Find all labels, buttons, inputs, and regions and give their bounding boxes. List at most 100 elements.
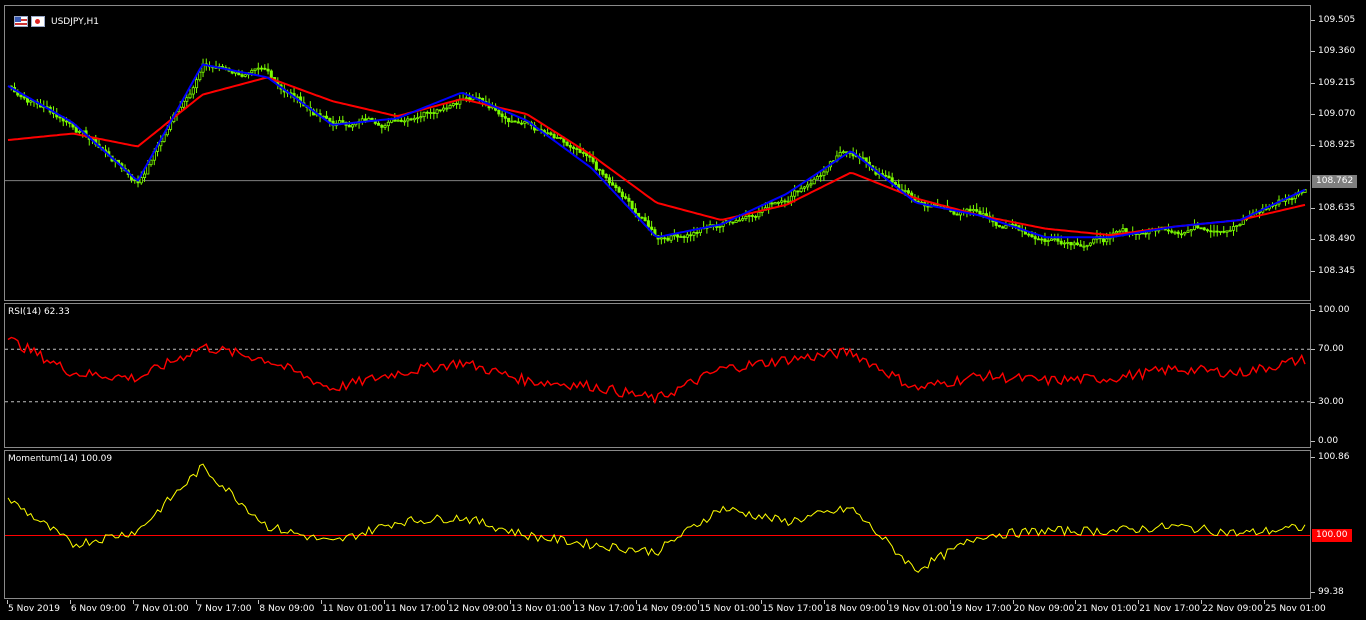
rsi-pane[interactable]: RSI(14) 62.33 xyxy=(4,303,1311,448)
candle-body xyxy=(1085,244,1089,247)
candle xyxy=(1202,226,1206,231)
candle-body xyxy=(520,122,524,125)
candle xyxy=(458,94,462,110)
candle-body xyxy=(659,237,663,240)
candle xyxy=(718,225,722,233)
candle xyxy=(601,168,605,177)
time-label: 25 Nov 01:00 xyxy=(1265,604,1326,614)
candle xyxy=(256,62,260,76)
candle-body xyxy=(432,112,436,114)
candle-body xyxy=(780,200,784,203)
candle-body xyxy=(747,215,751,217)
candle-body xyxy=(328,117,332,122)
candle xyxy=(351,123,355,131)
candle xyxy=(617,186,621,194)
candle-body xyxy=(507,117,511,123)
rsi-canvas[interactable] xyxy=(5,304,1310,447)
candle xyxy=(887,171,891,179)
price-chart-canvas[interactable] xyxy=(5,6,1310,300)
time-label: 15 Nov 01:00 xyxy=(699,604,761,614)
rsi-line xyxy=(7,336,1306,405)
momentum-pane[interactable]: Momentum(14) 100.09 xyxy=(4,450,1311,599)
price-chart-pane[interactable]: USDJPY,H1 xyxy=(4,5,1311,301)
candle-body xyxy=(1101,238,1105,243)
candle xyxy=(1092,238,1096,245)
candle-body xyxy=(809,183,813,186)
candle-body xyxy=(1121,228,1125,232)
candle xyxy=(19,94,23,100)
candle-body xyxy=(1231,226,1236,231)
candle-body xyxy=(546,132,550,135)
candle xyxy=(926,202,930,212)
candle-body xyxy=(1072,242,1076,246)
candle-body xyxy=(419,116,423,119)
candle xyxy=(419,111,423,123)
candle xyxy=(812,176,816,185)
candle-body xyxy=(422,111,426,118)
candle xyxy=(1183,231,1187,237)
candle-body xyxy=(971,209,975,212)
symbol-header: USDJPY,H1 xyxy=(14,16,99,27)
candle-body xyxy=(786,200,790,203)
candle xyxy=(360,115,364,125)
candle-body xyxy=(1290,198,1294,200)
candle-body xyxy=(250,70,254,74)
candle xyxy=(260,65,264,72)
candle-body xyxy=(575,148,579,150)
candle-body xyxy=(416,117,420,120)
candle-body xyxy=(1205,229,1210,232)
candle-body xyxy=(1118,230,1122,233)
candle xyxy=(399,117,403,123)
time-label: 5 Nov 2019 xyxy=(8,604,60,614)
candle-body xyxy=(243,74,247,77)
candle-body xyxy=(565,141,569,146)
candle-body xyxy=(468,97,472,101)
candle-body xyxy=(1225,230,1229,233)
momentum-tick xyxy=(1311,592,1315,593)
price-tick xyxy=(1311,82,1315,84)
candle-body xyxy=(1075,242,1079,246)
candle xyxy=(429,108,433,119)
candle xyxy=(1186,226,1190,233)
candle-body xyxy=(624,196,628,199)
rsi-tick-label: 0.00 xyxy=(1318,436,1339,446)
candle xyxy=(643,213,647,222)
candle-body xyxy=(607,177,611,184)
candle-body xyxy=(802,186,806,189)
candle-body xyxy=(253,68,257,71)
candle-body xyxy=(975,209,979,212)
candle-body xyxy=(396,119,400,122)
momentum-canvas[interactable] xyxy=(5,451,1310,598)
candle-body xyxy=(643,217,647,222)
candle xyxy=(191,85,195,99)
candle xyxy=(1205,228,1210,233)
candle-body xyxy=(403,120,407,123)
ma-slow-line xyxy=(7,76,1306,237)
candle xyxy=(383,123,387,130)
candle-body xyxy=(455,103,459,105)
candle xyxy=(640,216,644,220)
candle xyxy=(380,123,384,134)
candle-body xyxy=(838,152,842,157)
candle-body xyxy=(666,237,670,241)
candle-body xyxy=(438,109,442,112)
time-label: 7 Nov 17:00 xyxy=(196,604,252,614)
candle-body xyxy=(812,178,816,185)
candle-body xyxy=(188,93,192,99)
candle-body xyxy=(1033,236,1037,240)
us-flag-icon xyxy=(14,16,28,27)
candle xyxy=(25,97,30,106)
price-tick-label: 109.070 xyxy=(1318,109,1356,120)
time-label: 18 Nov 09:00 xyxy=(825,604,886,614)
candle-body xyxy=(260,67,264,70)
candle-body xyxy=(477,97,481,100)
candle-body xyxy=(627,197,631,202)
candle xyxy=(1101,234,1105,246)
price-tick xyxy=(1311,51,1315,53)
time-label: 13 Nov 01:00 xyxy=(510,604,572,614)
candle-body xyxy=(386,121,390,127)
candle xyxy=(1001,225,1005,229)
candle-body xyxy=(1183,232,1187,235)
candle xyxy=(1218,230,1223,236)
candle-body xyxy=(572,146,576,149)
